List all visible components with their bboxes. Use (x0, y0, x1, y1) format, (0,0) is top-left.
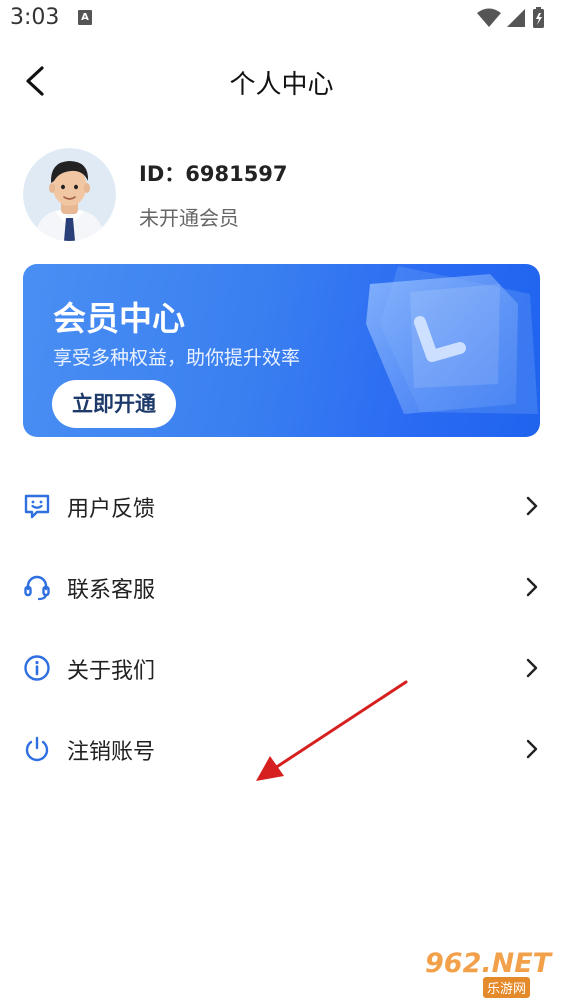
menu-item-label: 注销账号 (67, 740, 156, 765)
avatar[interactable] (23, 148, 116, 241)
status-icons (477, 7, 544, 28)
menu-item-about-us[interactable]: 关于我们 (0, 628, 563, 709)
vip-card-illustration-icon (366, 266, 538, 414)
vip-title: 会员中心 (53, 299, 185, 338)
menu-item-delete-account[interactable]: 注销账号 (0, 709, 563, 790)
profile-section: ID：6981597 未开通会员 (0, 148, 563, 248)
menu-item-feedback[interactable]: 用户反馈 (0, 466, 563, 547)
chevron-right-icon (526, 739, 538, 759)
menu-item-customer-service[interactable]: 联系客服 (0, 547, 563, 628)
user-id: ID：6981597 (139, 162, 288, 186)
chevron-right-icon (526, 496, 538, 516)
power-icon (25, 736, 49, 762)
status-bar: 3:03 A (0, 0, 563, 38)
notification-letter-icon: A (78, 10, 92, 25)
menu-item-label: 联系客服 (67, 578, 156, 603)
chevron-right-icon (526, 577, 538, 597)
avatar-man-in-suit (23, 148, 116, 241)
status-time: 3:03 (10, 5, 60, 30)
headset-icon (24, 575, 50, 601)
wifi-icon (477, 8, 501, 27)
settings-menu: 用户反馈 联系客服 关于我们 注销账号 (0, 466, 563, 790)
chevron-right-icon (526, 658, 538, 678)
feedback-smile-icon (24, 494, 50, 519)
watermark-bottom-text: 乐游网 (483, 977, 531, 998)
page-title: 个人中心 (229, 70, 334, 100)
vip-subtitle: 享受多种权益，助你提升效率 (53, 347, 301, 369)
vip-center-card[interactable]: 会员中心 享受多种权益，助你提升效率 立即开通 (23, 264, 540, 437)
menu-item-label: 关于我们 (67, 659, 156, 684)
info-circle-icon (24, 655, 50, 681)
membership-status: 未开通会员 (139, 206, 239, 230)
activate-now-button[interactable]: 立即开通 (52, 380, 176, 428)
signal-icon (507, 9, 525, 27)
watermark-top-text: 962.NET (425, 948, 552, 979)
menu-item-label: 用户反馈 (67, 497, 156, 522)
watermark-logo: 962.NET 乐游网 (425, 948, 559, 998)
nav-bar: 个人中心 (0, 50, 563, 112)
